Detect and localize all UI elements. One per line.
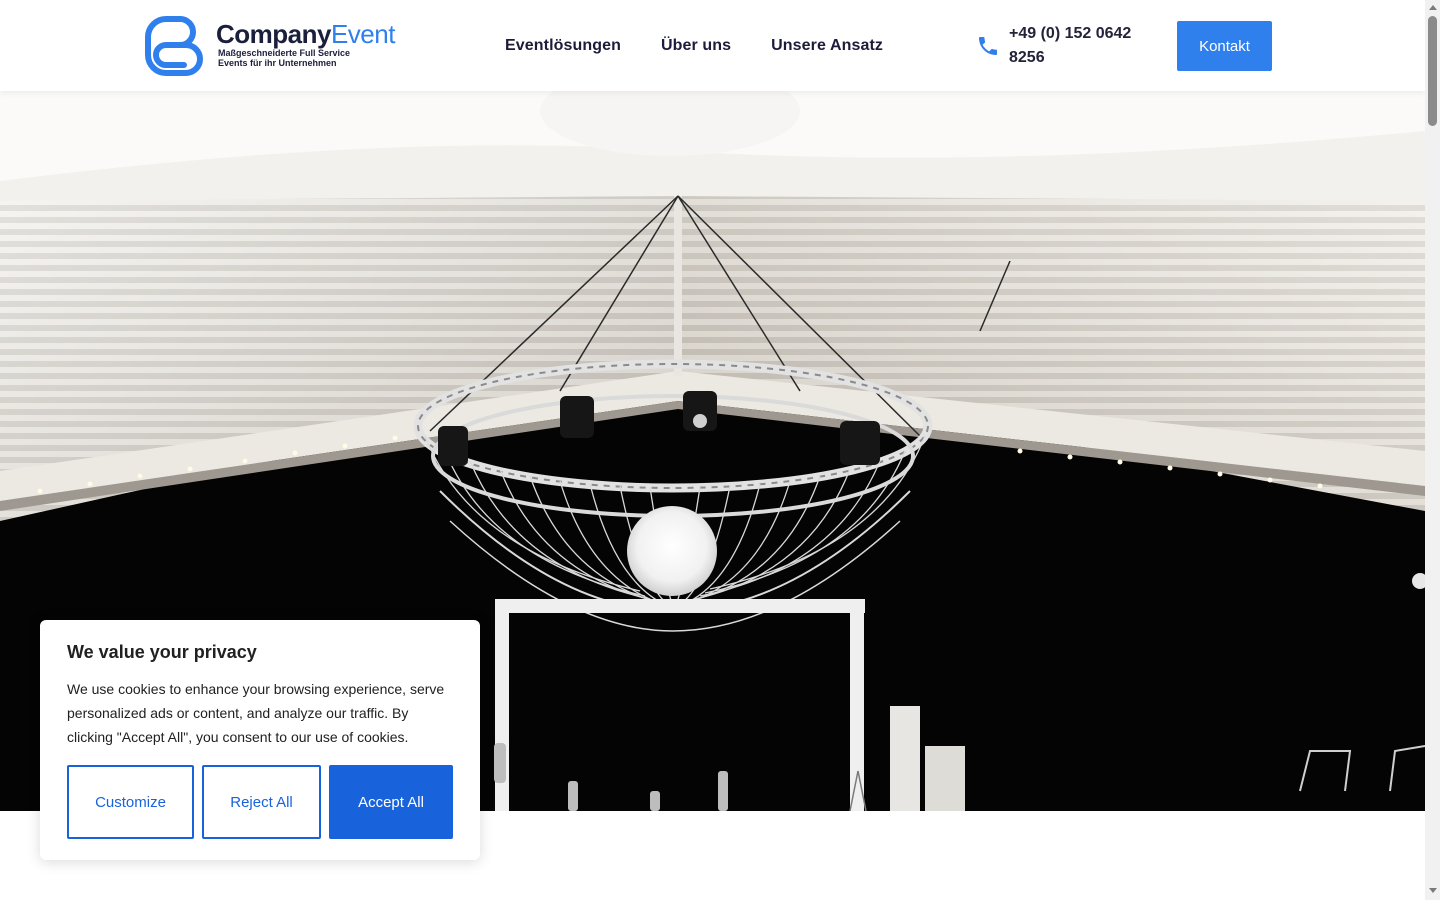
phone-icon (979, 37, 997, 55)
page: CompanyEvent Maßgeschneiderte Full Servi… (0, 0, 1440, 900)
logo-name: CompanyEvent (216, 19, 395, 49)
phone-number: +49 (0) 152 0642 8256 (1009, 25, 1132, 66)
nav-item-unsere-ansatz[interactable]: Unsere Ansatz (771, 35, 883, 57)
scroll-thumb[interactable] (1428, 16, 1437, 126)
site-header: CompanyEvent Maßgeschneiderte Full Servi… (0, 0, 1425, 91)
page-scrollbar[interactable] (1425, 0, 1440, 900)
cookie-consent-banner: We value your privacy We use cookies to … (40, 620, 480, 860)
nav-item-ueber-uns[interactable]: Über uns (661, 35, 731, 57)
customize-button[interactable]: Customize (67, 765, 194, 839)
nav-item-eventloesungen[interactable]: Eventlösungen (505, 35, 621, 57)
contact-button[interactable]: Kontakt (1177, 21, 1272, 71)
reject-all-button[interactable]: Reject All (202, 765, 321, 839)
cookie-title: We value your privacy (67, 642, 257, 662)
phone-contact[interactable]: +49 (0) 152 0642 8256 (976, 22, 1149, 70)
main-nav: Eventlösungen Über uns Unsere Ansatz (505, 35, 883, 57)
logo-mark-icon (145, 16, 203, 76)
scroll-up-arrow-icon[interactable] (1429, 5, 1437, 10)
scroll-down-arrow-icon[interactable] (1429, 888, 1437, 893)
logo-tagline-2: Events für ihr Unternehmen (218, 57, 337, 68)
accept-all-button[interactable]: Accept All (329, 765, 453, 839)
cookie-description: We use cookies to enhance your browsing … (67, 681, 445, 745)
company-logo[interactable]: CompanyEvent Maßgeschneiderte Full Servi… (144, 14, 404, 78)
